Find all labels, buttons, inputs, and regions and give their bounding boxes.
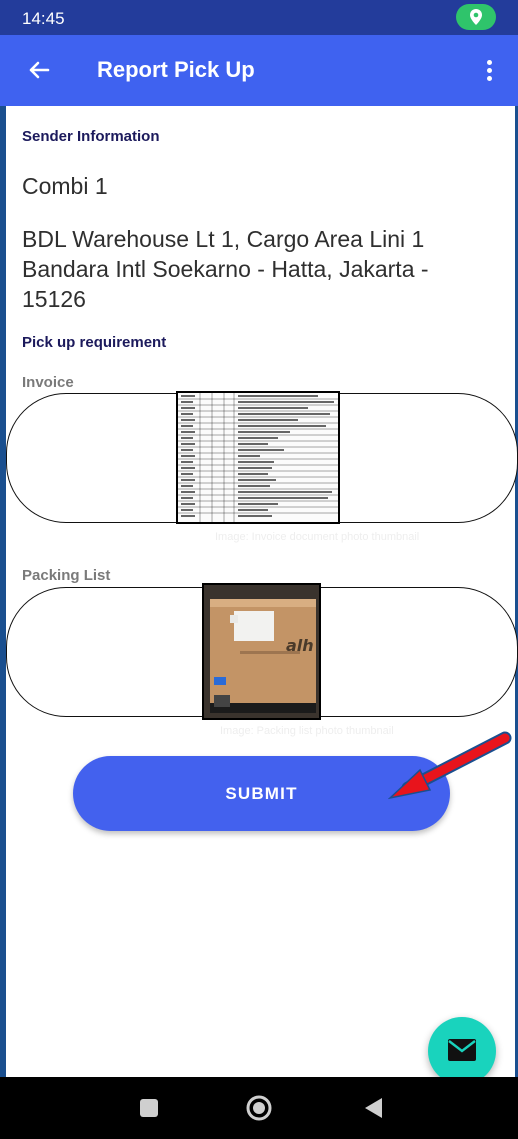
mail-icon <box>448 1039 476 1061</box>
arrow-left-icon[interactable] <box>24 55 54 85</box>
location-pin-icon <box>456 4 496 30</box>
invoice-label: Invoice <box>22 374 74 391</box>
page-title: Report Pick Up <box>97 57 255 82</box>
packing-list-label: Packing List <box>22 567 111 584</box>
invoice-image[interactable] <box>176 391 340 524</box>
more-vert-icon[interactable] <box>480 57 498 85</box>
svg-text:alh: alh <box>286 636 314 655</box>
mail-fab-button[interactable] <box>428 1017 496 1085</box>
packing-list-image-caption: Image: Packing list photo thumbnail <box>220 725 394 737</box>
packing-list-image[interactable]: alh <box>202 583 321 720</box>
invoice-image-caption: Image: Invoice document photo thumbnail <box>215 531 420 543</box>
requirement-section-title: Pick up requirement <box>22 334 167 351</box>
sender-name: Combi 1 <box>22 173 108 199</box>
square-recents-icon[interactable] <box>132 1091 166 1125</box>
app-bar: Report Pick Up <box>0 35 518 106</box>
status-time: 14:45 <box>22 9 65 28</box>
annotation-arrow-icon <box>388 731 512 800</box>
system-nav-bar <box>0 1077 518 1139</box>
sender-section-title: Sender Information <box>22 128 160 145</box>
status-bar: 14:45 <box>0 0 518 35</box>
sender-address: BDL Warehouse Lt 1, Cargo Area Lini 1 Ba… <box>22 226 429 312</box>
circle-home-icon[interactable] <box>242 1091 276 1125</box>
triangle-back-icon[interactable] <box>356 1091 390 1125</box>
